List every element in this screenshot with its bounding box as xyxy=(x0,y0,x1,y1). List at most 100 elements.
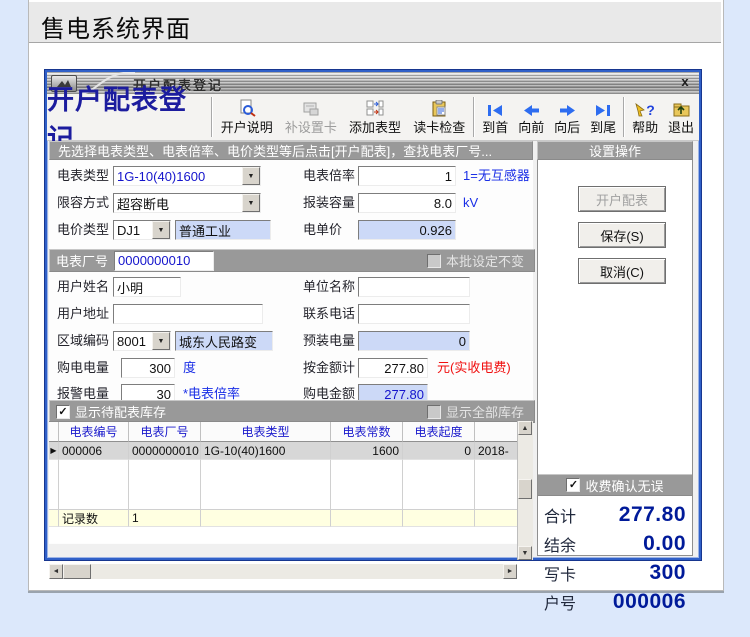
unit-name-label: 单位名称 xyxy=(303,279,356,294)
hscroll-thumb[interactable] xyxy=(63,564,91,579)
factory-no-input[interactable]: 0000000010 xyxy=(114,250,215,271)
meter-ratio-input[interactable]: 1 xyxy=(358,166,456,186)
address-label: 用户地址 xyxy=(57,306,110,321)
area-code-desc: 城东人民路变 xyxy=(175,331,273,351)
meter-ratio-hint: 1=无互感器 xyxy=(463,168,530,183)
nav-prev-button[interactable]: 向前 xyxy=(513,94,549,140)
form-area: 电表类型 1G-10(40)1600 ▼ 电表倍率 1 1=无互感器 限容方式 … xyxy=(49,160,535,579)
account-value: 000006 xyxy=(612,589,686,613)
vscroll-thumb[interactable] xyxy=(518,479,532,499)
nav-next-button[interactable]: 向后 xyxy=(549,94,585,140)
stock-bar: ✓ 显示待配表库存 显示全部库存 xyxy=(49,400,535,423)
add-pages-icon xyxy=(366,98,384,117)
nav-first-button[interactable]: 到首 xyxy=(477,94,513,140)
help-button[interactable]: ? 帮助 xyxy=(627,94,663,140)
screen: 售电系统界面 开户配表登记 x 开户配表登记 开户说明 补设置卡 添加表型 读卡… xyxy=(0,0,750,637)
toolbar-separator xyxy=(623,97,626,137)
column-header[interactable]: 电表起度 xyxy=(403,422,475,442)
cell-meter-no: 000006 xyxy=(59,442,129,460)
last-record-icon xyxy=(594,98,612,117)
dropdown-arrow-icon[interactable]: ▼ xyxy=(242,167,260,185)
dropdown-arrow-icon[interactable]: ▼ xyxy=(242,194,260,212)
selector-header xyxy=(49,422,59,442)
checkbox-checked[interactable]: ✓ xyxy=(566,478,581,492)
preinstall-label: 预装电量 xyxy=(303,333,356,348)
table-hscrollbar[interactable]: ◄ ► xyxy=(49,564,517,579)
checkbox-checked[interactable]: ✓ xyxy=(56,404,70,419)
toolbar-button-label: 到尾 xyxy=(590,120,617,135)
scroll-down-icon[interactable]: ▼ xyxy=(518,546,532,560)
total-label: 合计 xyxy=(544,508,577,526)
address-input[interactable] xyxy=(113,304,263,324)
toolbar-button-label: 添加表型 xyxy=(349,120,402,135)
dropdown-arrow-icon[interactable]: ▼ xyxy=(152,332,170,350)
factory-no-bar: 电表厂号 0000000010 本批设定不变 xyxy=(49,249,535,272)
toolbar-button-label: 到首 xyxy=(482,120,509,135)
scroll-up-icon[interactable]: ▲ xyxy=(518,421,532,435)
show-all-checkbox[interactable]: 显示全部库存 xyxy=(426,402,534,421)
limit-mode-label: 限容方式 xyxy=(57,195,110,210)
capacity-label: 报装容量 xyxy=(303,195,356,210)
toolbar-button-label: 读卡检查 xyxy=(413,120,466,135)
page-title: 售电系统界面 xyxy=(41,16,191,43)
save-button[interactable]: 保存(S) xyxy=(578,222,666,248)
table-vscrollbar[interactable]: ▲ ▼ xyxy=(517,421,533,560)
table-header-row: 电表编号 电表厂号 电表类型 电表常数 电表起度 xyxy=(49,422,533,442)
column-header[interactable]: 电表常数 xyxy=(331,422,403,442)
checkbox-unchecked[interactable] xyxy=(426,404,441,419)
phone-label: 联系电话 xyxy=(303,306,356,321)
price-type-desc: 普通工业 xyxy=(175,220,271,240)
open-help-button[interactable]: 开户说明 xyxy=(215,94,279,140)
meter-type-label: 电表类型 xyxy=(57,168,110,183)
checkbox-unchecked[interactable] xyxy=(426,253,441,268)
batch-fixed-checkbox[interactable]: 本批设定不变 xyxy=(426,251,534,270)
phone-input[interactable] xyxy=(358,304,470,324)
meter-type-select[interactable]: 1G-10(40)1600 ▼ xyxy=(113,166,261,186)
table-footer-row: 记录数 1 xyxy=(49,509,533,527)
purchase-qty-label: 购电电量 xyxy=(57,360,110,375)
area-code-select[interactable]: 8001 ▼ xyxy=(113,331,171,351)
unit-name-input[interactable] xyxy=(358,277,470,297)
summary-total-row: 合计 277.80 xyxy=(538,500,692,529)
scroll-left-icon[interactable]: ◄ xyxy=(49,564,63,579)
meter-ratio-label: 电表倍率 xyxy=(303,168,356,183)
add-meter-type-button[interactable]: 添加表型 xyxy=(343,94,407,140)
cell-date: 2018- xyxy=(475,442,517,460)
reissue-card-button[interactable]: 补设置卡 xyxy=(279,94,343,140)
show-pending-checkbox[interactable]: ✓ 显示待配表库存 xyxy=(50,402,166,421)
read-card-check-button[interactable]: 读卡检查 xyxy=(407,94,471,140)
writecard-label: 写卡 xyxy=(544,566,577,584)
scroll-right-icon[interactable]: ► xyxy=(503,564,517,579)
meter-stock-table: 电表编号 电表厂号 电表类型 电表常数 电表起度 ▶ 000006 000000… xyxy=(49,421,533,543)
price-type-select[interactable]: DJ1 ▼ xyxy=(113,220,171,240)
nav-last-button[interactable]: 到尾 xyxy=(585,94,621,140)
cancel-button[interactable]: 取消(C) xyxy=(578,258,666,284)
toolbar-button-label: 补设置卡 xyxy=(284,120,337,135)
toolbar-button-label: 向后 xyxy=(554,120,581,135)
column-header[interactable] xyxy=(475,422,517,442)
exit-button[interactable]: 退出 xyxy=(663,94,699,140)
summary-balance-row: 结余 0.00 xyxy=(538,529,692,558)
user-name-label: 用户姓名 xyxy=(57,279,110,294)
row-pointer-icon: ▶ xyxy=(49,442,59,460)
toolbar-separator xyxy=(210,97,213,137)
amount-calc-input[interactable]: 277.80 xyxy=(358,358,428,378)
balance-value: 0.00 xyxy=(643,531,686,555)
table-row[interactable]: ▶ 000006 0000000010 1G-10(40)1600 1600 0… xyxy=(49,442,533,460)
close-icon[interactable]: x xyxy=(677,74,693,90)
user-name-input[interactable]: 小明 xyxy=(113,277,181,297)
purchase-qty-hint: 度 xyxy=(183,360,197,375)
purchase-qty-input[interactable]: 300 xyxy=(121,358,175,378)
fee-confirm-checkbox[interactable]: ✓ 收费确认无误 xyxy=(566,476,664,495)
limit-mode-select[interactable]: 超容断电 ▼ xyxy=(113,193,261,213)
column-header[interactable]: 电表编号 xyxy=(59,422,129,442)
toolbar-separator xyxy=(473,97,476,137)
capacity-input[interactable]: 8.0 xyxy=(358,193,456,213)
open-assign-button[interactable]: 开户配表 xyxy=(578,186,666,212)
column-header[interactable]: 电表厂号 xyxy=(129,422,201,442)
record-count-label: 记录数 xyxy=(59,509,129,527)
account-label: 户号 xyxy=(544,595,577,613)
dropdown-arrow-icon[interactable]: ▼ xyxy=(152,221,170,239)
column-header[interactable]: 电表类型 xyxy=(201,422,331,442)
operations-panel: 开户配表 保存(S) 取消(C) ✓ 收费确认无误 合计 277.80 结余 0… xyxy=(537,160,693,613)
